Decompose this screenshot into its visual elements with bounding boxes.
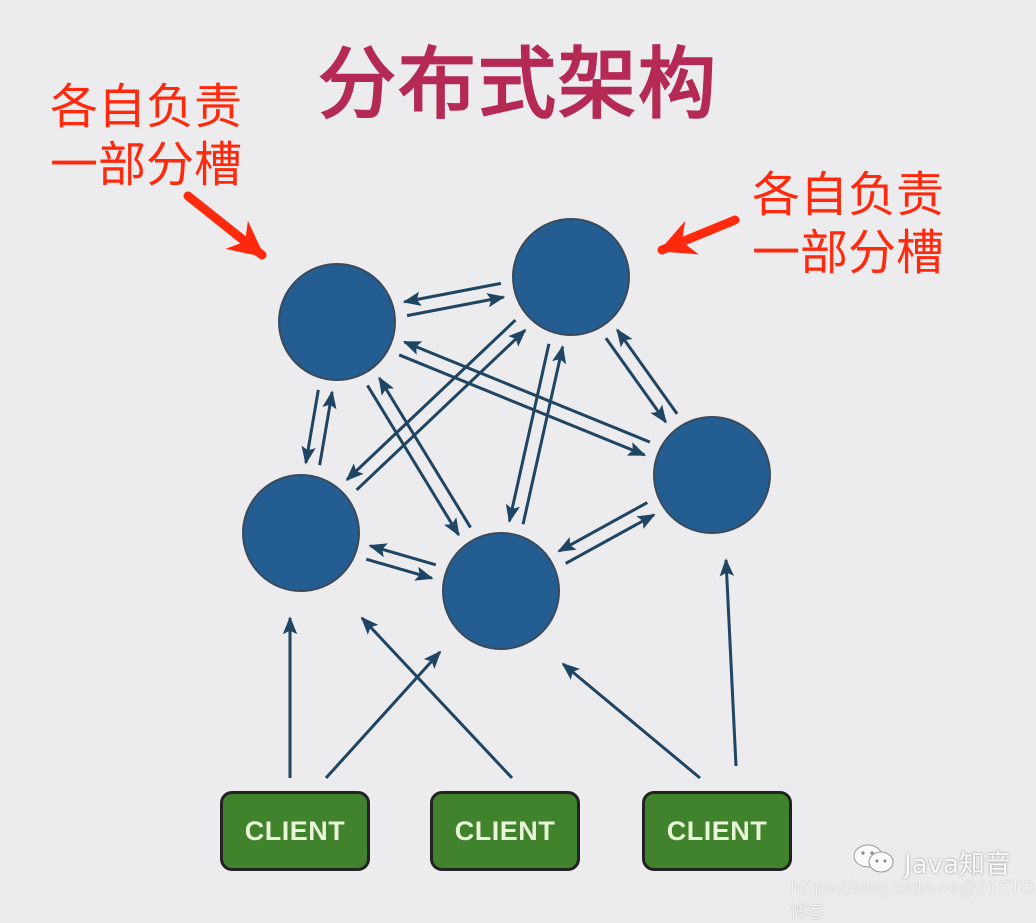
cluster-diagram (183, 191, 771, 780)
edge-arrow (604, 337, 667, 424)
watermark-url: https://blog.csdn.ne@51CTO博客 (790, 878, 1034, 923)
cluster-node[interactable] (242, 474, 360, 592)
client-box[interactable]: CLIENT (220, 791, 370, 871)
edge-arrow (561, 662, 701, 780)
edge-arrow (398, 353, 647, 457)
watermark-brand: Java知音 (904, 850, 1011, 880)
wechat-icon (852, 842, 896, 883)
cluster-node[interactable] (278, 263, 396, 381)
edge-arrow (324, 650, 442, 780)
annotation-arrow-right (657, 215, 740, 255)
annotation-arrow-left (183, 191, 267, 260)
cluster-node[interactable] (653, 416, 771, 534)
watermark: Java知音 (852, 842, 1011, 883)
client-box[interactable]: CLIENT (642, 791, 792, 871)
edge-arrow (719, 558, 738, 767)
edge-arrow (318, 390, 337, 466)
client-box[interactable]: CLIENT (430, 791, 580, 871)
cluster-node[interactable] (512, 218, 630, 336)
edge-arrow (616, 328, 679, 415)
edge-arrow (301, 389, 320, 465)
edge-arrow (378, 376, 472, 529)
cluster-node[interactable] (442, 532, 560, 650)
